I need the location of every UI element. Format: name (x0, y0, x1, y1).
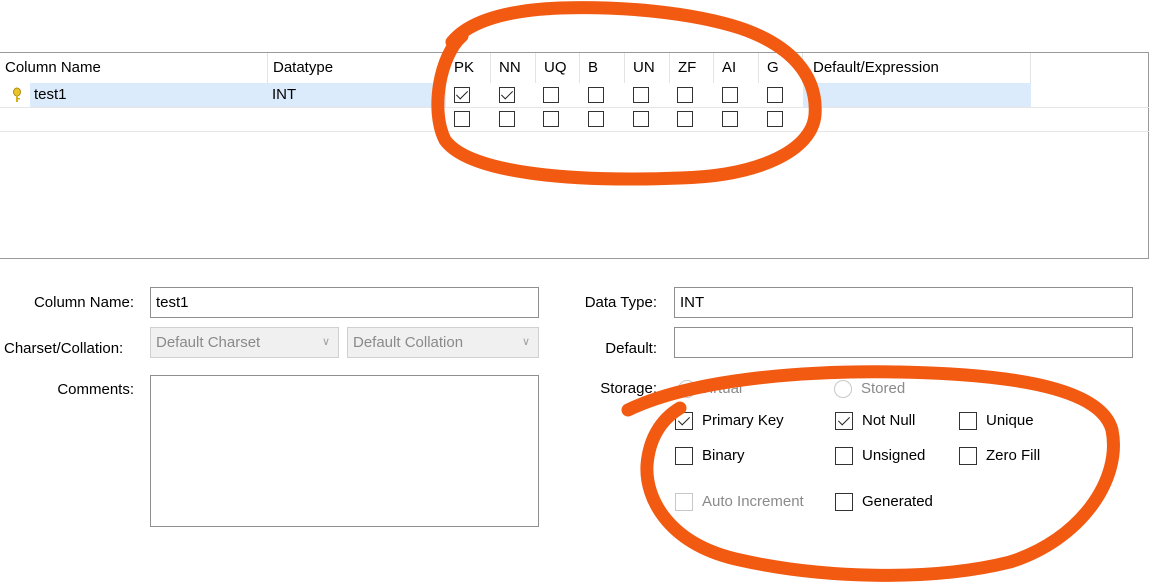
checkbox-box[interactable] (835, 447, 853, 465)
flag-ai-checkbox[interactable] (722, 87, 738, 103)
not-null-label: Not Null (862, 412, 916, 429)
header-column-name[interactable]: Column Name (0, 53, 268, 83)
grid-header: Column Name Datatype PK NN UQ B UN ZF AI… (0, 53, 1031, 83)
collation-select[interactable]: Default Collation ∨ (347, 327, 539, 358)
comments-label: Comments: (57, 381, 134, 398)
flag-pk-checkbox[interactable] (454, 87, 470, 103)
row-key-cell (0, 83, 30, 107)
checkbox-box[interactable] (959, 412, 977, 430)
columns-grid[interactable]: Column Name Datatype PK NN UQ B UN ZF AI… (0, 52, 1149, 259)
zero-fill-checkbox[interactable]: Zero Fill (959, 445, 1059, 467)
header-b[interactable]: B (580, 53, 625, 83)
table-row[interactable] (0, 107, 1031, 131)
column-name-label: Column Name: (33, 294, 134, 311)
comments-textarea[interactable] (150, 375, 539, 527)
binary-label: Binary (702, 447, 745, 464)
flag-g-checkbox[interactable] (767, 87, 783, 103)
unique-label: Unique (986, 412, 1034, 429)
storage-stored-radio[interactable] (834, 380, 852, 398)
cell-datatype[interactable] (268, 107, 446, 131)
header-g[interactable]: G (759, 53, 803, 83)
header-datatype[interactable]: Datatype (268, 53, 446, 83)
collation-value: Default Collation (353, 334, 464, 351)
default-input[interactable] (674, 327, 1133, 358)
binary-checkbox[interactable]: Binary (675, 445, 825, 467)
cell-datatype[interactable]: INT (268, 83, 446, 107)
generated-label: Generated (862, 493, 933, 510)
charset-select[interactable]: Default Charset ∨ (150, 327, 339, 358)
flag-uq-checkbox[interactable] (543, 87, 559, 103)
generated-checkbox[interactable]: Generated (835, 491, 945, 513)
header-uq[interactable]: UQ (536, 53, 580, 83)
flag-nn-checkbox[interactable] (499, 111, 515, 127)
storage-stored-label: Stored (861, 380, 906, 397)
checkbox-box[interactable] (959, 447, 977, 465)
header-default-expression[interactable]: Default/Expression (803, 53, 1031, 83)
table-row[interactable]: test1 INT (0, 83, 1031, 107)
flag-uq-checkbox[interactable] (543, 111, 559, 127)
flag-ai-checkbox[interactable] (722, 111, 738, 127)
data-type-input[interactable]: INT (674, 287, 1133, 318)
flag-nn-checkbox[interactable] (499, 87, 515, 103)
checkbox-box[interactable] (675, 447, 693, 465)
header-un[interactable]: UN (625, 53, 670, 83)
header-pk[interactable]: PK (446, 53, 491, 83)
column-name-input[interactable]: test1 (150, 287, 539, 318)
cell-column-name[interactable]: test1 (30, 83, 268, 107)
checkbox-box[interactable] (675, 412, 693, 430)
unique-checkbox[interactable]: Unique (959, 410, 1059, 432)
cell-column-name[interactable] (30, 107, 268, 131)
charset-value: Default Charset (156, 334, 261, 351)
header-ai[interactable]: AI (714, 53, 759, 83)
chevron-down-icon: ∨ (321, 336, 330, 348)
default-label: Default: (605, 340, 657, 357)
flag-un-checkbox[interactable] (633, 111, 649, 127)
flag-g-checkbox[interactable] (767, 111, 783, 127)
cell-default-expression[interactable] (803, 83, 1031, 107)
primary-key-label: Primary Key (702, 412, 784, 429)
checkbox-box[interactable] (675, 493, 693, 511)
auto-increment-label: Auto Increment (702, 493, 804, 510)
header-nn[interactable]: NN (491, 53, 536, 83)
not-null-checkbox[interactable]: Not Null (835, 410, 945, 432)
data-type-label: Data Type: (584, 294, 657, 311)
checkbox-box[interactable] (835, 493, 853, 511)
primary-key-checkbox[interactable]: Primary Key (675, 410, 825, 432)
flag-zf-checkbox[interactable] (677, 87, 693, 103)
flag-b-checkbox[interactable] (588, 111, 604, 127)
flag-zf-checkbox[interactable] (677, 111, 693, 127)
key-icon (13, 87, 21, 102)
unsigned-checkbox[interactable]: Unsigned (835, 445, 945, 467)
annotation-circle-options (621, 365, 1120, 582)
auto-increment-checkbox[interactable]: Auto Increment (675, 491, 825, 513)
flag-pk-checkbox[interactable] (454, 111, 470, 127)
storage-virtual-label: Virtual (700, 380, 743, 397)
storage-virtual-radio[interactable] (678, 380, 696, 398)
storage-label: Storage: (600, 380, 657, 397)
flag-un-checkbox[interactable] (633, 87, 649, 103)
flag-b-checkbox[interactable] (588, 87, 604, 103)
zero-fill-label: Zero Fill (986, 447, 1041, 464)
unsigned-label: Unsigned (862, 447, 926, 464)
checkbox-box[interactable] (835, 412, 853, 430)
header-zf[interactable]: ZF (670, 53, 714, 83)
charset-collation-label: Charset/Collation: (4, 340, 124, 357)
row-separator (0, 131, 1149, 132)
chevron-down-icon: ∨ (521, 336, 530, 348)
